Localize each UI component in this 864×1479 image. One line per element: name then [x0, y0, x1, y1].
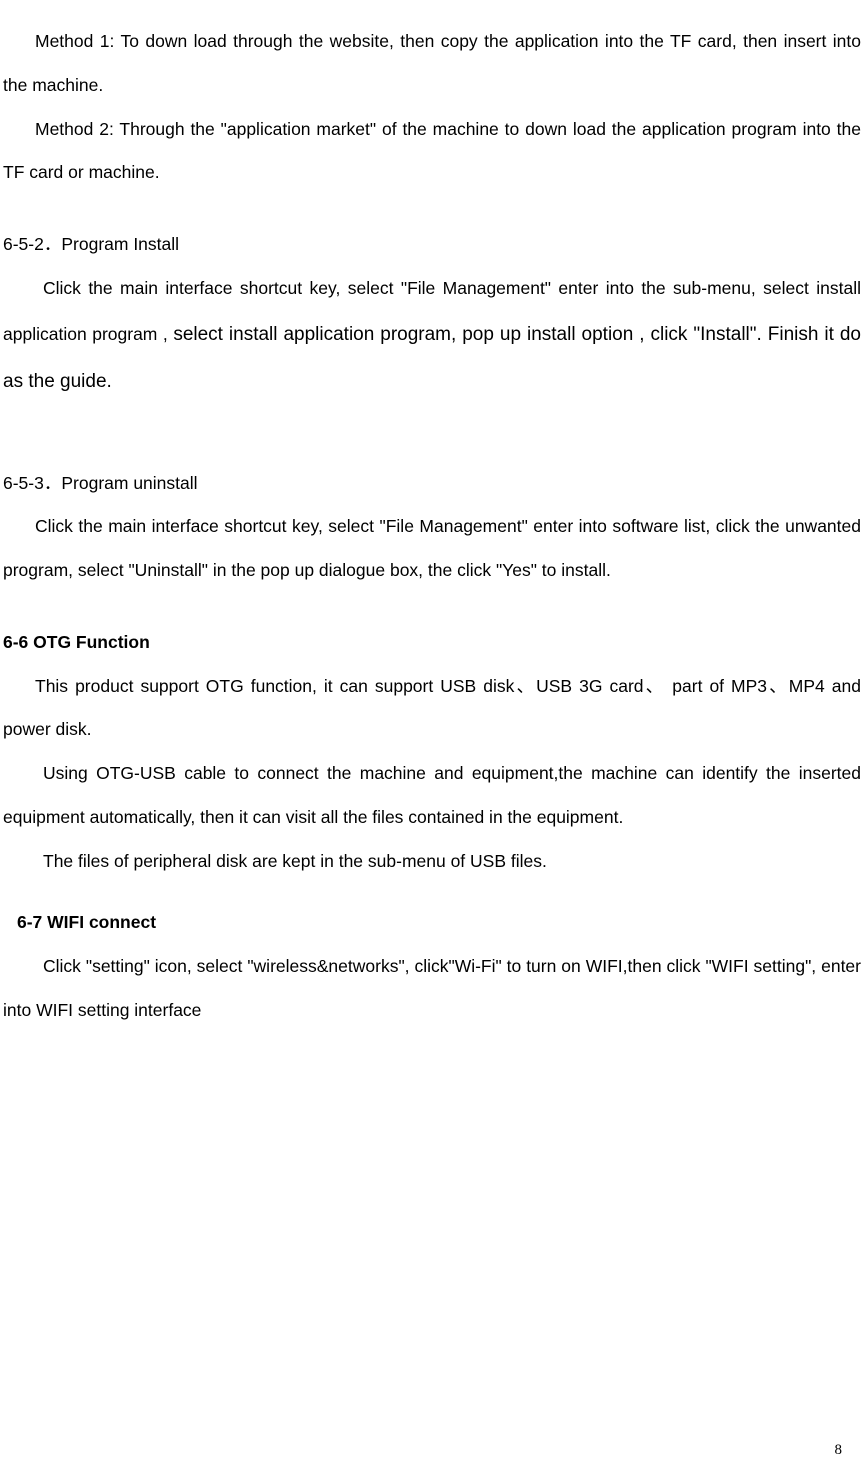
- paragraph-6-6-a: This product support OTG function, it ca…: [3, 665, 861, 753]
- document-content: Method 1: To down load through the websi…: [0, 20, 864, 1033]
- paragraph-6-6-c: The files of peripheral disk are kept in…: [3, 840, 861, 884]
- paragraph-6-7: Click "setting" icon, select "wireless&n…: [3, 945, 861, 1033]
- page-number: 8: [835, 1442, 843, 1459]
- heading-6-7: 6-7 WIFI connect: [3, 901, 861, 945]
- heading-6-5-2: 6-5-2．Program Install: [3, 223, 861, 267]
- heading-6-5-3: 6-5-3．Program uninstall: [3, 462, 861, 506]
- paragraph-method2: Method 2: Through the "application marke…: [3, 108, 861, 196]
- paragraph-method1: Method 1: To down load through the websi…: [3, 20, 861, 108]
- paragraph-6-5-2: Click the main interface shortcut key, s…: [3, 267, 861, 406]
- paragraph-6-6-b: Using OTG-USB cable to connect the machi…: [3, 752, 861, 840]
- heading-6-6: 6-6 OTG Function: [3, 621, 861, 665]
- paragraph-6-5-3: Click the main interface shortcut key, s…: [3, 505, 861, 593]
